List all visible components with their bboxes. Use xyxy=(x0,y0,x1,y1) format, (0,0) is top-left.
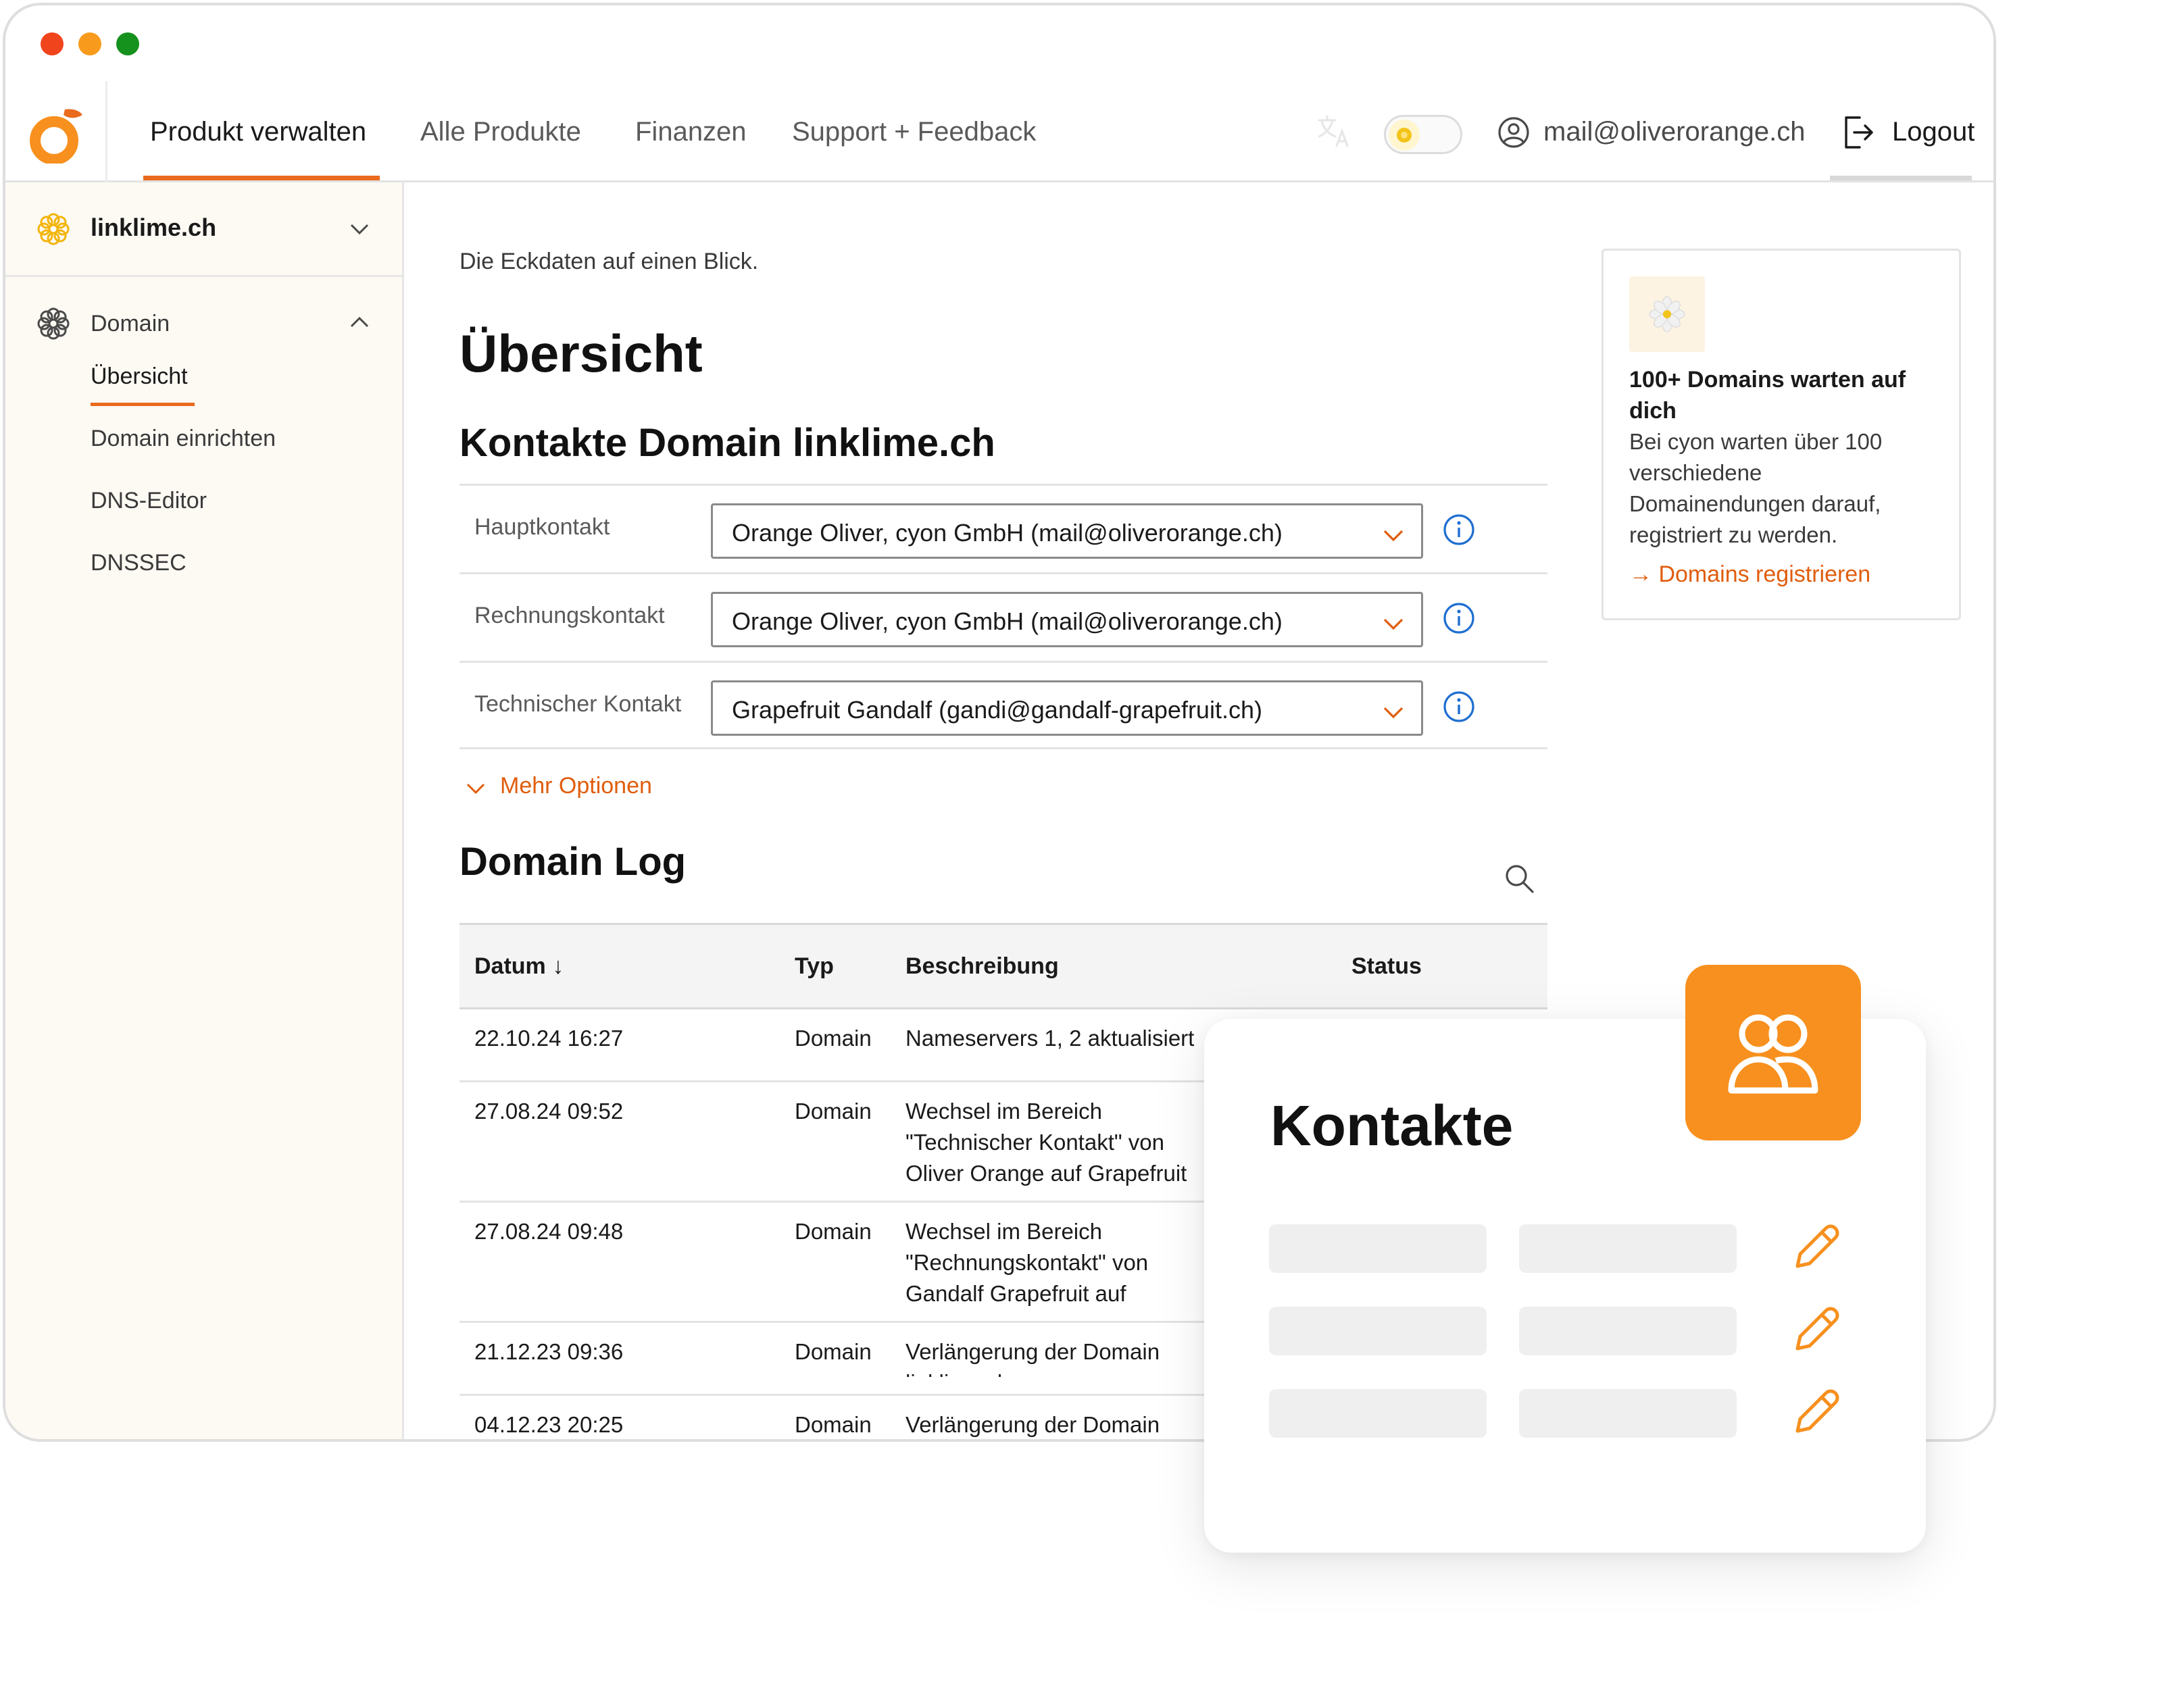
info-icon[interactable] xyxy=(1442,601,1476,635)
column-header-datum[interactable]: Datum ↓ xyxy=(474,953,564,980)
sidebar-active-indicator xyxy=(91,403,195,406)
info-icon[interactable] xyxy=(1442,690,1476,724)
minimize-window-button[interactable] xyxy=(78,32,101,55)
page-subtitle: Die Eckdaten auf einen Blick. xyxy=(460,249,759,274)
nav-active-indicator xyxy=(143,176,380,180)
contacts-heading: Kontakte Domain linklime.ch xyxy=(460,421,995,465)
log-date: 21.12.23 09:36 xyxy=(474,1339,624,1364)
users-badge xyxy=(1685,965,1861,1140)
column-header-typ: Typ xyxy=(795,953,834,979)
skeleton-field xyxy=(1269,1307,1487,1355)
skeleton-field xyxy=(1519,1307,1737,1355)
log-type: Domain xyxy=(795,1099,872,1124)
chevron-down-icon xyxy=(1383,530,1404,542)
nav-produkt-verwalten[interactable]: Produkt verwalten xyxy=(150,81,366,182)
users-icon xyxy=(1728,1014,1818,1094)
log-date: 27.08.24 09:52 xyxy=(474,1099,624,1124)
contact-row: Hauptkontakt Orange Oliver, cyon GmbH (m… xyxy=(460,484,1547,572)
log-description: Verlängerung der Domain linklime.ch xyxy=(905,1339,1160,1377)
column-header-beschreibung: Beschreibung xyxy=(905,953,1059,979)
contact-label: Hauptkontakt xyxy=(474,514,610,540)
log-description: Wechsel im Bereich "Rechnungskontakt" vo… xyxy=(905,1219,1149,1306)
contact-row: Technischer Kontakt Grapefruit Gandalf (… xyxy=(460,661,1547,749)
select-value: Grapefruit Gandalf (gandi@gandalf-grapef… xyxy=(732,696,1262,724)
sidebar-item-dns-editor[interactable]: DNS-Editor xyxy=(91,488,207,514)
chevron-down-icon xyxy=(1383,618,1404,630)
nav-alle-produkte[interactable]: Alle Produkte xyxy=(420,81,581,182)
promo-title: 100+ Domains warten auf dich xyxy=(1629,367,1906,424)
column-header-status: Status xyxy=(1351,953,1422,979)
select-value: Orange Oliver, cyon GmbH (mail@oliverora… xyxy=(732,607,1283,635)
logout-tab-indicator xyxy=(1830,176,1972,180)
site-selector[interactable]: linklime.ch xyxy=(5,182,402,277)
contact-label: Technischer Kontakt xyxy=(474,691,682,717)
pencil-icon[interactable] xyxy=(1789,1220,1843,1274)
skeleton-field xyxy=(1269,1224,1487,1273)
promo-text: Bei cyon warten über 100 verschiedene Do… xyxy=(1629,429,1883,547)
contact-row: Rechnungskontakt Orange Oliver, cyon Gmb… xyxy=(460,572,1547,661)
sun-icon xyxy=(1389,120,1420,151)
logout-icon xyxy=(1845,116,1873,149)
nav-finanzen[interactable]: Finanzen xyxy=(635,81,747,182)
gear-icon xyxy=(37,307,70,340)
chevron-down-icon xyxy=(466,783,485,795)
user-email[interactable]: mail@oliverorange.ch xyxy=(1543,81,1805,182)
logo-divider xyxy=(105,81,107,182)
info-icon[interactable] xyxy=(1442,513,1476,547)
sidebar-item-domain-einrichten[interactable]: Domain einrichten xyxy=(91,426,276,452)
log-description: Verlängerung der Domain linklime.ch xyxy=(905,1412,1160,1437)
pencil-icon[interactable] xyxy=(1789,1303,1843,1357)
flower-icon xyxy=(37,213,70,245)
domains-registrieren-link[interactable]: → Domains registrieren xyxy=(1629,561,1870,588)
close-window-button[interactable] xyxy=(41,32,64,55)
domain-log-heading: Domain Log xyxy=(460,840,687,884)
technischer-kontakt-select[interactable]: Grapefruit Gandalf (gandi@gandalf-grapef… xyxy=(711,680,1423,736)
top-navigation: Produkt verwalten Alle Produkte Finanzen… xyxy=(5,81,1993,182)
log-type: Domain xyxy=(795,1026,872,1051)
nav-support-feedback[interactable]: Support + Feedback xyxy=(792,81,1036,182)
rechnungskontakt-select[interactable]: Orange Oliver, cyon GmbH (mail@oliverora… xyxy=(711,592,1423,647)
promo-image xyxy=(1629,276,1705,352)
skeleton-field xyxy=(1269,1389,1487,1438)
log-date: 27.08.24 09:48 xyxy=(474,1219,624,1244)
site-name: linklime.ch xyxy=(91,214,217,241)
sidebar-item-uebersicht[interactable]: Übersicht xyxy=(91,363,188,390)
chevron-up-icon[interactable] xyxy=(349,312,370,334)
hauptkontakt-select[interactable]: Orange Oliver, cyon GmbH (mail@oliverora… xyxy=(711,503,1423,559)
overlay-title: Kontakte xyxy=(1270,1094,1514,1157)
select-value: Orange Oliver, cyon GmbH (mail@oliverora… xyxy=(732,519,1283,547)
contacts-table: Hauptkontakt Orange Oliver, cyon GmbH (m… xyxy=(460,484,1547,749)
log-type: Domain xyxy=(795,1412,872,1437)
log-table-header: Datum ↓ Typ Beschreibung Status xyxy=(460,923,1547,1009)
skeleton-field xyxy=(1519,1224,1737,1273)
sidebar-section-label: Domain xyxy=(91,311,170,336)
page-title: Übersicht xyxy=(460,324,703,383)
pencil-icon[interactable] xyxy=(1789,1385,1843,1439)
sidebar: linklime.ch Domain Übersicht Domain einr… xyxy=(5,182,404,1439)
sidebar-section-domain[interactable]: Domain xyxy=(36,303,374,343)
sidebar-item-dnssec[interactable]: DNSSEC xyxy=(91,550,187,576)
translate-icon[interactable] xyxy=(1314,111,1354,151)
chevron-down-icon[interactable] xyxy=(349,218,370,239)
log-type: Domain xyxy=(795,1339,872,1364)
skeleton-field xyxy=(1519,1389,1737,1438)
log-description: Nameservers 1, 2 aktualisiert xyxy=(905,1026,1195,1051)
maximize-window-button[interactable] xyxy=(116,32,139,55)
logout-button[interactable]: Logout xyxy=(1892,81,1975,182)
log-date: 04.12.23 20:25 xyxy=(474,1412,624,1437)
search-icon[interactable] xyxy=(1503,862,1535,895)
window-controls xyxy=(41,32,139,55)
chevron-down-icon xyxy=(1383,707,1404,719)
user-circle-icon xyxy=(1498,117,1529,148)
orange-logo-icon[interactable] xyxy=(28,105,85,164)
theme-toggle[interactable] xyxy=(1384,115,1462,154)
log-type: Domain xyxy=(795,1219,872,1244)
more-options-label: Mehr Optionen xyxy=(500,773,652,799)
contact-label: Rechnungskontakt xyxy=(474,603,665,628)
log-description: Wechsel im Bereich "Technischer Kontakt"… xyxy=(905,1099,1187,1186)
domains-promo-card: 100+ Domains warten auf dich Bei cyon wa… xyxy=(1602,249,1961,620)
flower-icon xyxy=(1649,296,1685,332)
log-date: 22.10.24 16:27 xyxy=(474,1026,624,1051)
